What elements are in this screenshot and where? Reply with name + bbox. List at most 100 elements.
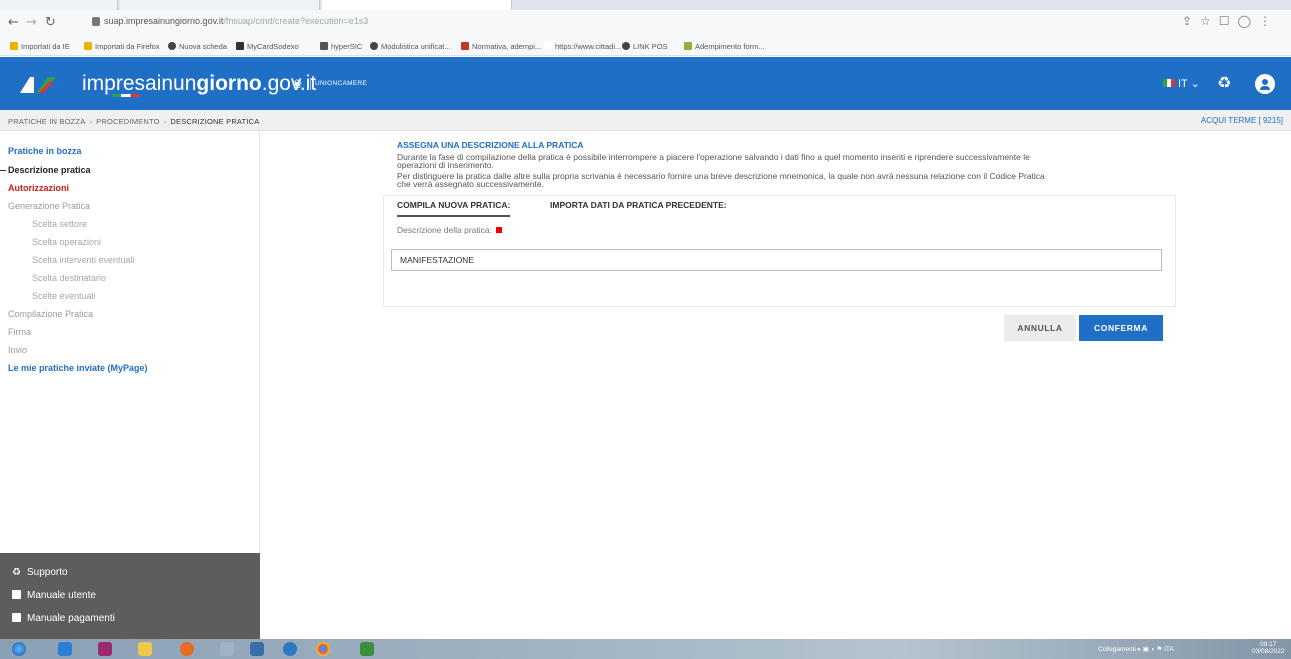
folder-icon <box>10 42 18 50</box>
logo-icon <box>461 42 469 50</box>
bookmark-item[interactable]: Modulistica unificat... <box>370 42 451 51</box>
spreadsheet-icon[interactable] <box>360 642 374 656</box>
support-icon[interactable]: ♻ <box>1217 73 1231 92</box>
bookmark-item[interactable]: Importati da IE <box>10 42 70 51</box>
sidebar-item-le-mie-pratiche[interactable]: Le mie pratiche inviate (MyPage) <box>8 363 148 373</box>
tab-compila-nuova-pratica[interactable]: COMPILA NUOVA PRATICA: <box>397 200 511 217</box>
internet-explorer-icon[interactable] <box>58 642 72 656</box>
bookmark-label: LINK POS <box>633 42 668 51</box>
sidebar-subitem-scelte-eventuali: Scelte eventuali <box>32 291 96 301</box>
manuale-pagamenti-label: Manuale pagamenti <box>27 613 115 624</box>
bookmark-item[interactable]: LINK POS <box>622 42 668 51</box>
chevron-down-icon: ⌄ <box>1187 78 1200 90</box>
intro-text-line: che verrà assegnato successivamente. <box>397 179 544 189</box>
document-icon <box>12 590 21 599</box>
brand-part-bold: giorno <box>196 72 262 95</box>
manuale-pagamenti-link[interactable]: Manuale pagamenti <box>12 613 115 624</box>
bookmark-item[interactable]: Importati da Firefox <box>84 42 160 51</box>
unioncamere-logo-icon: ❀ <box>292 77 303 91</box>
bookmark-label: hyperSIC <box>331 42 363 51</box>
firefox-icon[interactable] <box>180 642 194 656</box>
cancel-button[interactable]: ANNULLA <box>1004 315 1076 341</box>
bookmark-label: Normativa, adempi... <box>472 42 542 51</box>
sidebar <box>0 131 260 553</box>
sidebar-item-generazione-pratica: Generazione Pratica <box>8 201 91 211</box>
url-field[interactable]: suap.impresainungiorno.gov.it/fnsuap/cmd… <box>104 16 368 26</box>
clock-date: 03/08/2022 <box>1252 648 1285 655</box>
globe-icon <box>168 42 176 50</box>
bookmark-label: https://www.cittadi... <box>555 42 622 51</box>
description-label-text: Descrizione della pratica: <box>397 225 492 235</box>
app-icon[interactable] <box>250 642 264 656</box>
page-title: ASSEGNA UNA DESCRIZIONE ALLA PRATICA <box>397 140 584 150</box>
browser-tab-active[interactable] <box>322 0 512 10</box>
tray-icons: ▸ ▣ ◖ ⚑ <box>1135 646 1165 653</box>
clock[interactable]: 09:17 03/08/2022 <box>1252 641 1285 655</box>
bookmark-item[interactable]: https://www.cittadi... <box>544 42 621 51</box>
required-marker-icon <box>495 227 502 233</box>
sidebar-item-descrizione-pratica[interactable]: Descrizione pratica <box>8 165 91 175</box>
bookmark-label: Adempimento form... <box>695 42 765 51</box>
breadcrumb-item[interactable]: PROCEDIMENTO <box>96 117 160 126</box>
bookmark-item[interactable]: Adempimento form... <box>684 42 765 51</box>
italy-flag-icon <box>1163 79 1175 87</box>
back-arrow-icon[interactable]: ← <box>8 15 19 30</box>
url-host: suap.impresainungiorno.gov.it <box>104 16 224 26</box>
description-field-label: Descrizione della pratica: <box>397 225 502 235</box>
tab-importa-dati[interactable]: IMPORTA DATI DA PRATICA PRECEDENTE: <box>550 200 727 210</box>
bookmark-item[interactable]: Nuova scheda <box>168 42 227 51</box>
bookmark-label: Modulistica unificat... <box>381 42 451 51</box>
logo-icon <box>320 42 328 50</box>
sidebar-subitem-scelta-operazioni: Scelta operazioni <box>32 237 102 247</box>
bookmark-item[interactable]: Normativa, adempi... <box>461 42 541 51</box>
browser-tab[interactable] <box>120 0 320 10</box>
office-label[interactable]: ACQUI TERME [ 9215] <box>1201 116 1283 125</box>
intro-text-line: Durante la fase di compilazione della pr… <box>397 152 1030 162</box>
start-button-icon[interactable] <box>12 642 26 656</box>
system-tray[interactable]: Collegamenti ▸ ▣ ◖ ⚑ ITA <box>1098 645 1174 653</box>
manuale-utente-label: Manuale utente <box>27 590 96 601</box>
sidebar-item-autorizzazioni[interactable]: Autorizzazioni <box>8 183 69 193</box>
sidebar-subitem-scelta-settore: Scelta settore <box>32 219 88 229</box>
breadcrumb-separator-icon: › <box>163 117 167 126</box>
user-avatar-icon[interactable] <box>1255 74 1275 94</box>
calculator-icon[interactable] <box>220 642 234 656</box>
reload-icon[interactable]: ↻ <box>45 15 56 30</box>
browser-toolbar-icons[interactable]: ⇪☆☐◯⋮ <box>1182 14 1279 28</box>
sidebar-item-firma: Firma <box>8 327 31 337</box>
chrome-icon[interactable] <box>316 642 330 656</box>
sidebar-item-pratiche-in-bozza[interactable]: Pratiche in bozza <box>8 146 82 156</box>
browser-tab[interactable] <box>0 0 118 10</box>
file-explorer-icon[interactable] <box>138 642 152 656</box>
confirm-button[interactable]: CONFERMA <box>1079 315 1163 341</box>
browser-tab-strip <box>0 0 1291 10</box>
impresainungiorno-logo-icon[interactable] <box>18 73 58 97</box>
forward-arrow-icon[interactable]: → <box>26 15 37 30</box>
divider <box>310 78 311 90</box>
clock-time: 09:17 <box>1260 641 1277 648</box>
breadcrumb-item[interactable]: PRATICHE IN BOZZA <box>8 117 85 126</box>
tray-language: ITA <box>1164 646 1174 653</box>
media-player-icon[interactable] <box>98 642 112 656</box>
description-input[interactable] <box>391 249 1162 271</box>
brand-name[interactable]: impresainungiorno.gov.it <box>82 72 316 96</box>
url-path: /fnsuap/cmd/create?execution=e1s3 <box>223 16 369 26</box>
support-label: Supporto <box>27 567 68 578</box>
lock-icon <box>92 17 100 26</box>
language-selector[interactable]: IT ⌄ <box>1163 77 1200 90</box>
app-icon[interactable] <box>283 642 297 656</box>
intro-text-line: operazioni di inserimento. <box>397 160 494 170</box>
support-link[interactable]: ♻ Supporto <box>12 567 68 578</box>
bookmark-label: MyCardSodexo <box>247 42 299 51</box>
current-step-marker <box>0 170 6 171</box>
manuale-utente-link[interactable]: Manuale utente <box>12 590 96 601</box>
sidebar-item-invio: Invio <box>8 345 28 355</box>
sidebar-subitem-scelta-destinatario: Scelta destinatario <box>32 273 107 283</box>
breadcrumb: PRATICHE IN BOZZA › PROCEDIMENTO › DESCRIZIO… <box>8 117 259 126</box>
tray-label: Collegamenti <box>1098 646 1136 653</box>
support-icon: ♻ <box>12 567 21 578</box>
sidebar-subitem-scelta-interventi: Scelta interventi eventuali <box>32 255 135 265</box>
none-icon <box>544 42 552 50</box>
bookmark-item[interactable]: hyperSIC <box>320 42 362 51</box>
bookmark-item[interactable]: MyCardSodexo <box>236 42 299 51</box>
